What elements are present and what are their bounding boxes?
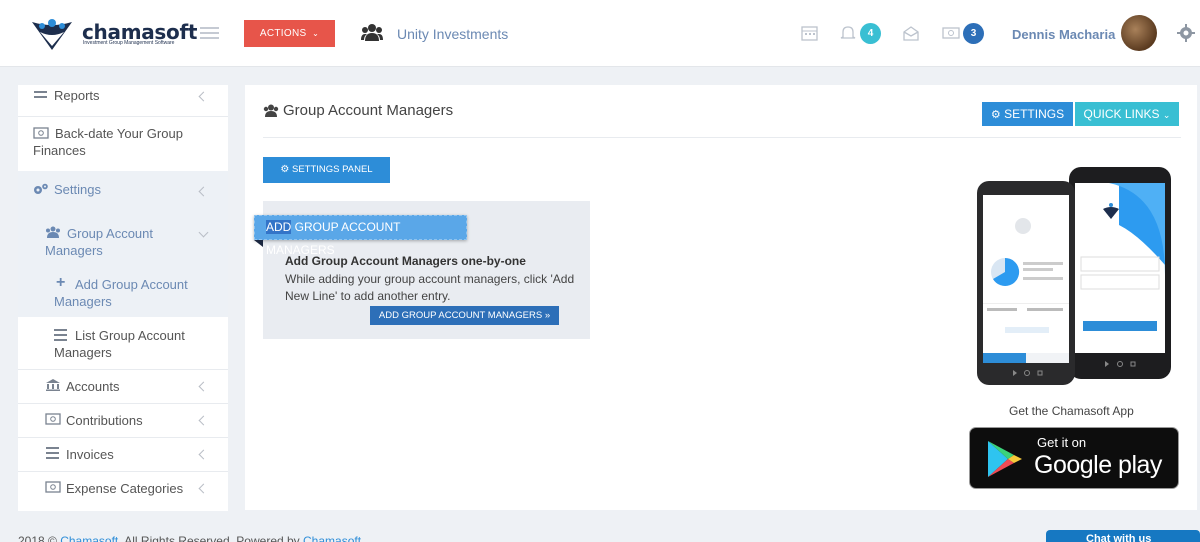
sidebar-item-label: Settings (54, 182, 101, 197)
chevron-left-icon (198, 483, 209, 494)
settings-button-label: SETTINGS (1004, 107, 1065, 121)
sidebar-item-contributions[interactable]: Contributions (18, 403, 228, 437)
google-play-badge[interactable]: Get it on Google play (969, 427, 1179, 489)
footer-rights: . All Rights Reserved. Powered by (118, 534, 304, 542)
google-play-big-text: Google play (1034, 451, 1162, 479)
chamasoft-logo[interactable]: chamasoft Investment Group Management So… (28, 14, 197, 54)
sidebar-item-list-group-account-managers[interactable]: List Group Account Managers (18, 317, 228, 369)
footer: 2018 © Chamasoft. All Rights Reserved. P… (18, 534, 361, 542)
footer-powered-link[interactable]: Chamasoft (303, 534, 361, 542)
sidebar-item-accounts[interactable]: Accounts (18, 369, 228, 403)
sidebar-item-label: Group Account Managers (45, 226, 153, 258)
sidebar-item-label: Back-date Your Group Finances (33, 126, 183, 158)
sidebar: Reports Back-date Your Group Finances Se… (18, 85, 228, 511)
google-play-small-text: Get it on (1037, 435, 1087, 450)
sidebar-item-label: Add Group Account Managers (54, 277, 188, 309)
ribbon-highlight: ADD (266, 220, 292, 234)
info-heading: Add Group Account Managers one-by-one (285, 254, 526, 268)
chat-widget[interactable]: Chat with us (1046, 530, 1200, 542)
mobile-app-illustration (977, 167, 1171, 385)
page-title: Group Account Managers (283, 102, 454, 119)
add-managers-info-box: ADD GROUP ACCOUNT MANAGERS Add Group Acc… (254, 201, 590, 339)
chevron-left-icon (198, 415, 209, 426)
settings-button[interactable]: ⚙ SETTINGS (982, 102, 1073, 126)
chevron-down-icon: ⌄ (309, 29, 320, 38)
cogs-icon: ⚙ (280, 164, 290, 175)
sidebar-item-label: Expense Categories (66, 481, 184, 496)
ribbon-fold (254, 240, 263, 247)
chevron-down-icon (198, 227, 209, 238)
chevron-left-icon (198, 186, 209, 197)
notifications-badge[interactable]: 4 (860, 23, 881, 44)
users-icon (361, 24, 383, 41)
sidebar-item-label: List Group Account Managers (54, 328, 185, 360)
main-panel: Group Account Managers ⚙ SETTINGS QUICK … (245, 85, 1197, 510)
quick-links-button[interactable]: QUICK LINKS ⌄ (1075, 102, 1179, 126)
avatar[interactable] (1121, 15, 1157, 51)
settings-panel-button-label: SETTINGS PANEL (292, 164, 373, 175)
bank-icon (46, 379, 60, 391)
envelope-open-icon[interactable] (902, 25, 920, 41)
sidebar-item-label: Reports (54, 88, 100, 103)
menu-toggle-icon[interactable] (200, 27, 219, 40)
app-caption: Get the Chamasoft App (1009, 404, 1134, 418)
settings-panel-button[interactable]: ⚙ SETTINGS PANEL (263, 157, 390, 183)
cogs-icon (34, 183, 48, 194)
list-icon (34, 91, 47, 98)
add-group-account-managers-button[interactable]: ADD GROUP ACCOUNT MANAGERS » (370, 306, 559, 325)
sidebar-item-reports[interactable]: Reports (18, 85, 228, 117)
messages-badge[interactable]: 3 (963, 23, 984, 44)
actions-button[interactable]: ACTIONS ⌄ (244, 20, 335, 47)
footer-brand-link[interactable]: Chamasoft (60, 534, 118, 542)
money-icon (45, 481, 61, 493)
money-icon[interactable] (942, 25, 960, 41)
gear-icon[interactable] (1177, 24, 1195, 42)
sidebar-item-add-group-account-managers[interactable]: + Add Group Account Managers (18, 267, 228, 317)
list-icon (46, 447, 59, 459)
sidebar-item-label: Invoices (66, 447, 114, 462)
sidebar-item-label: Contributions (66, 413, 143, 428)
top-header: chamasoft Investment Group Management So… (0, 0, 1200, 67)
actions-button-label: ACTIONS (259, 28, 307, 39)
sidebar-item-label: Accounts (66, 379, 120, 394)
users-icon (263, 104, 279, 117)
cogs-icon: ⚙ (990, 109, 1001, 121)
logo-tagline: Investment Group Management Software (83, 40, 175, 46)
sidebar-item-group-account-managers[interactable]: Group Account Managers (18, 217, 228, 267)
chevron-left-icon (198, 381, 209, 392)
sidebar-item-expense-categories[interactable]: Expense Categories (18, 471, 228, 505)
footer-copyright: 2018 © (18, 534, 61, 542)
money-icon (45, 413, 61, 425)
calendar-icon[interactable] (801, 25, 819, 41)
sidebar-item-settings[interactable]: Settings (18, 171, 228, 217)
sidebar-item-invoices[interactable]: Invoices (18, 437, 228, 471)
bell-icon[interactable] (839, 25, 857, 41)
user-name[interactable]: Dennis Macharia (1012, 27, 1115, 42)
chevron-left-icon (198, 449, 209, 460)
chevron-left-icon (198, 91, 209, 102)
google-play-icon (988, 441, 1022, 477)
logo-emblem-icon (32, 19, 72, 50)
sidebar-item-back-date[interactable]: Back-date Your Group Finances (18, 117, 228, 171)
chevron-down-icon: ⌄ (1162, 110, 1171, 120)
info-text: While adding your group account managers… (285, 272, 575, 303)
quick-links-button-label: QUICK LINKS (1083, 107, 1160, 121)
title-divider (263, 137, 1181, 138)
section-ribbon: ADD GROUP ACCOUNT MANAGERS (254, 215, 467, 257)
group-name-link[interactable]: Unity Investments (397, 26, 508, 42)
